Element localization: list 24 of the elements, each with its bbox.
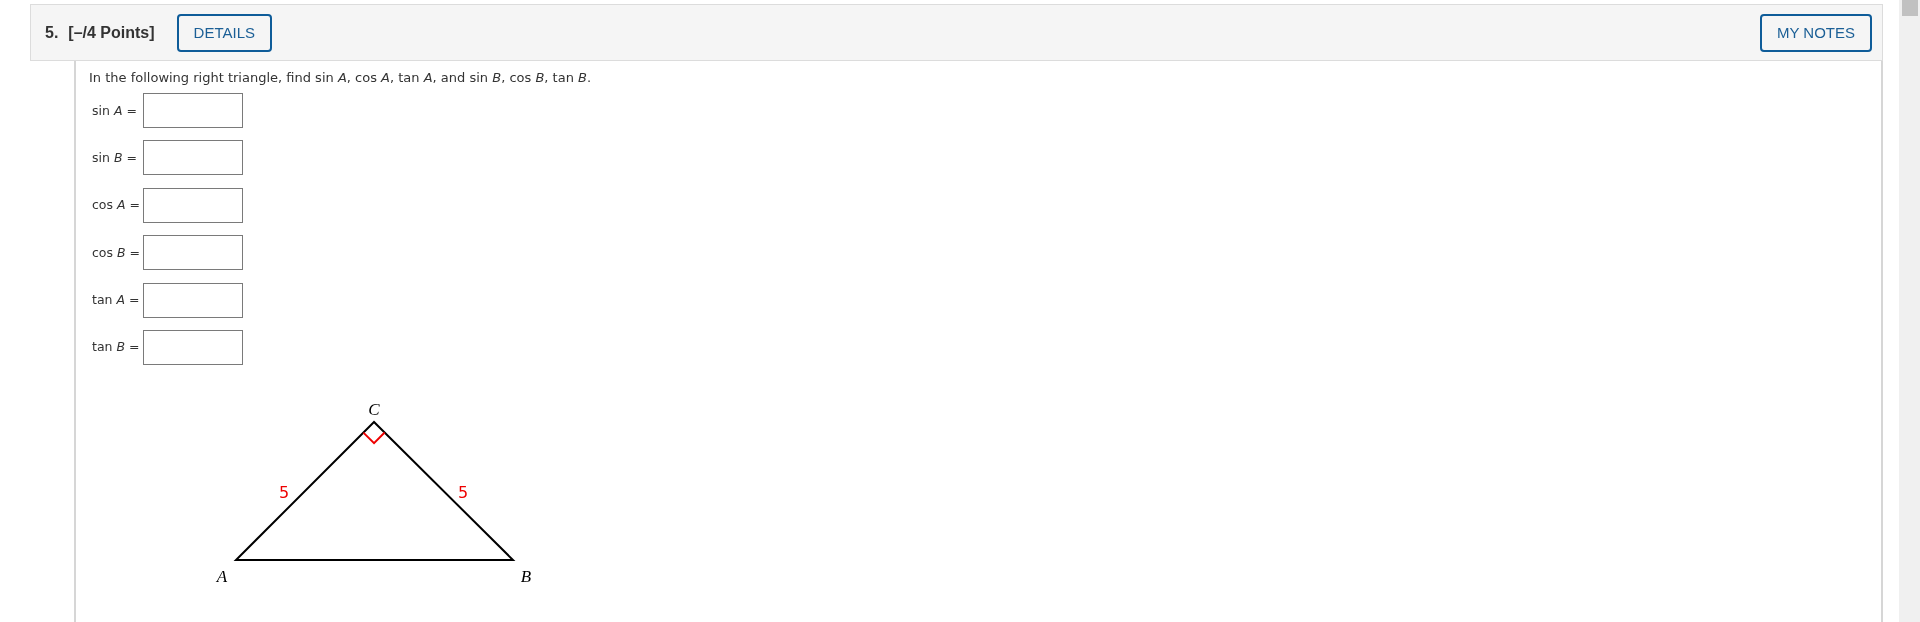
answer-label: sin B =	[92, 149, 137, 166]
vertex-label: B	[520, 566, 532, 586]
scrollbar-thumb[interactable]	[1902, 0, 1918, 16]
vertex-label: C	[368, 399, 380, 419]
vertex-label: A	[216, 566, 228, 586]
answer-label: cos A =	[92, 197, 141, 214]
answer-field[interactable]	[143, 140, 243, 176]
answer-label: cos B =	[92, 244, 141, 261]
answer-field[interactable]	[143, 187, 243, 223]
details-button[interactable]: DETAILS	[176, 13, 272, 52]
scrollbar-track[interactable]	[1899, 0, 1920, 622]
answer-field[interactable]	[143, 93, 243, 128]
answer-label: tan B =	[92, 339, 140, 356]
answer-label: tan A =	[92, 292, 140, 309]
answer-field[interactable]	[143, 235, 243, 271]
answer-field[interactable]	[143, 282, 243, 318]
points-label: [–/4 Points]	[68, 23, 155, 42]
side-length-label: 5	[457, 482, 469, 502]
question-text: In the following right triangle, find sin A, cos A, tan A, and sin B, cos B, tan B.	[89, 70, 592, 86]
question-number: 5.	[45, 23, 59, 42]
my-notes-button[interactable]: MY NOTES	[1759, 13, 1872, 52]
answer-field[interactable]	[143, 329, 243, 365]
answer-label: sin A =	[92, 102, 137, 119]
side-length-label: 5	[278, 482, 290, 502]
